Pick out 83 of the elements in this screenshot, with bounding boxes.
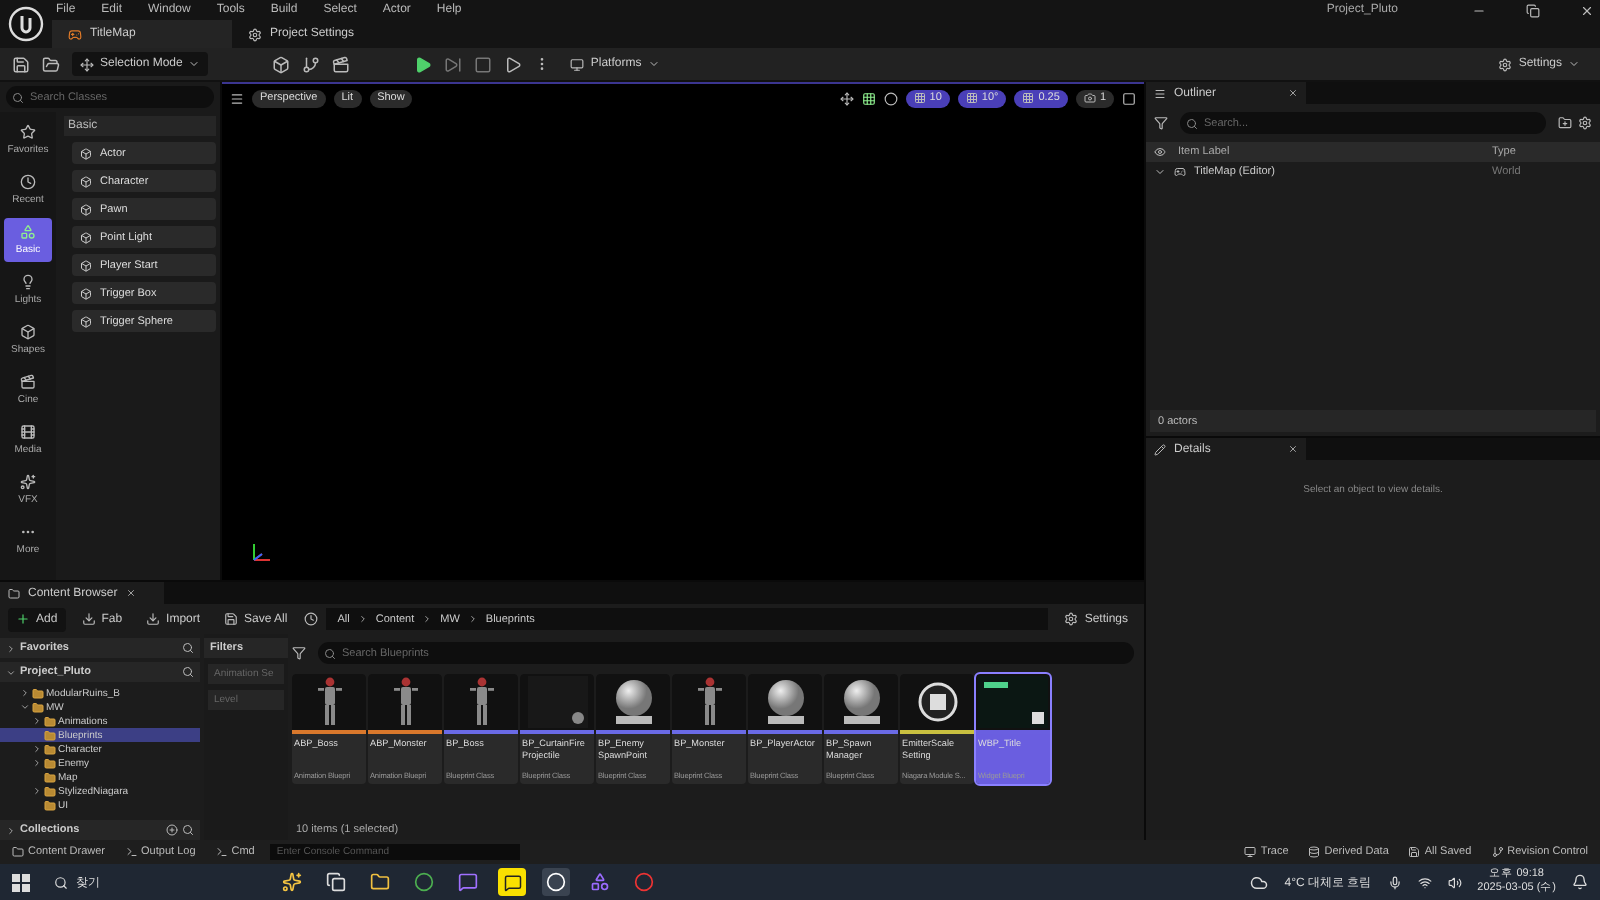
chevron-icon [357,614,368,624]
weather-icon [1250,873,1269,891]
sphere-thumbnail-icon [611,678,655,726]
folder-icon [8,587,20,599]
cube-icon [20,324,36,340]
sparkle-icon [282,872,302,892]
add-folder-icon [1558,116,1572,130]
sphere-thumbnail-icon [839,678,883,726]
sphere-thumbnail-icon [763,678,807,726]
save-icon [1408,846,1421,858]
chevron-icon [422,614,433,624]
terminal-icon [215,846,228,858]
add-icon [16,612,30,626]
figure-thumbnail-icon [695,676,723,728]
snap-icon [1022,92,1035,104]
add-icon [166,824,178,836]
settings-icon [1498,57,1513,71]
actor-icon [80,175,92,187]
snap-icon [913,92,926,104]
history-icon [303,612,318,626]
windows-start-icon[interactable] [12,873,30,891]
search-icon [12,91,24,103]
actor-icon [80,203,92,215]
grid-icon [861,91,876,105]
stop-icon [474,55,493,73]
actor-icon [80,147,92,159]
film-icon [20,424,36,440]
sparkle-icon [20,474,36,490]
actor-icon [80,231,92,243]
notification-icon [1572,874,1588,890]
volume-icon [1447,875,1462,889]
monitor-icon [570,57,585,71]
axis-gizmo-icon [250,540,274,564]
task-view-icon [326,872,346,892]
save-icon [12,55,30,73]
star-icon [20,124,36,140]
search-icon [54,875,68,889]
save-icon [224,612,239,626]
list-icon [1154,87,1166,99]
chevron-icon [467,614,478,624]
figure-thumbnail-icon [467,676,495,728]
folder-icon [42,55,60,73]
caret-icon [647,58,660,70]
snap-icon [965,92,978,104]
play-icon [414,55,433,73]
figure-thumbnail-icon [391,676,419,728]
clapperboard-icon [20,374,36,390]
mic-icon [1387,875,1402,889]
actor-icon [80,287,92,299]
actor-icon [80,259,92,271]
branch-icon [1491,846,1504,858]
clock-icon [20,174,36,190]
pencil-icon [1154,443,1166,455]
skip-icon [444,55,463,73]
chat-icon [503,873,521,891]
wifi-icon [1417,875,1432,889]
caret-icon [1568,58,1580,70]
engine-logo-icon[interactable] [8,6,44,42]
clapperboard-icon [332,55,351,73]
search-icon [182,666,194,678]
restore-icon [1525,3,1539,17]
menu-icon [230,91,244,105]
figure-thumbnail-icon [315,676,343,728]
search-icon [182,642,194,654]
camera-icon [1083,92,1096,104]
settings-icon [1578,116,1592,130]
search-icon [324,647,336,659]
search-icon [1186,117,1198,129]
database-icon [1308,846,1321,858]
caret-icon [188,58,201,70]
filter-icon [292,646,306,660]
eye-icon [1154,146,1166,158]
settings-icon [248,27,262,41]
filter-icon [1154,116,1168,130]
bulb-icon [20,274,36,290]
import-icon [146,612,161,626]
cube-badge-icon [917,682,957,722]
actor-icon [80,315,92,327]
search-icon [182,824,194,836]
close-icon [1579,3,1593,17]
folder-icon [370,872,390,892]
settings-icon [1064,612,1079,626]
shapes-icon [20,224,36,240]
